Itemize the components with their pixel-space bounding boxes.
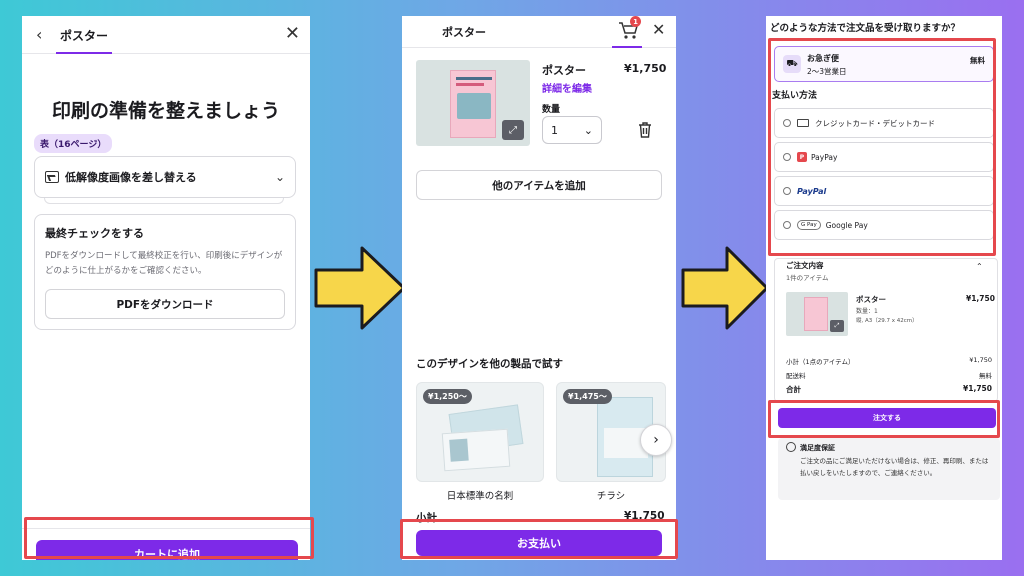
highlight-frame-shipping-payment [768,38,996,256]
order-item-thumbnail: ⤢ [786,292,848,336]
order-item-qty: 数量：1 [856,308,878,315]
product-card-label: 日本標準の名刺 [446,491,514,502]
replace-image-dropdown[interactable]: 低解像度画像を差し替える ⌄ [34,156,296,198]
tab-underline [56,52,112,54]
delivery-question: どのような方法で注文品を受け取りますか？ [770,23,961,34]
chevron-up-icon[interactable]: ⌃ [976,262,983,271]
product-name: ポスター [542,64,586,77]
arrow-right-icon [314,246,406,330]
final-check-title: 最終チェックをする [45,227,144,240]
order-item-name: ポスター [856,295,886,304]
tab-underline [612,46,642,48]
poster-preview [450,70,496,138]
expand-icon[interactable]: ⤢ [830,320,844,332]
replace-image-label: 低解像度画像を差し替える [65,171,197,184]
add-items-button[interactable]: 他のアイテムを追加 [416,170,662,200]
edit-details-link[interactable]: 詳細を編集 [542,80,592,95]
highlight-frame-checkout [400,519,678,559]
product-price: ¥1,750 [624,62,667,75]
total-row: 合計 ¥1,750 [786,384,992,395]
panel-header: ‹ ポスター ✕ [22,16,310,54]
try-other-products-title: このデザインを他の製品で試す [416,358,563,370]
trash-icon[interactable] [638,122,652,138]
price-badge: ¥1,475〜 [563,389,612,404]
order-item-count: 1件のアイテム [786,274,829,282]
page-title: 印刷の準備を整えましょう [51,100,280,122]
quantity-value: 1 [551,123,558,137]
order-item-size: 縦, A3（29.7 x 42cm） [856,318,918,324]
image-icon [45,171,59,183]
order-item-price: ¥1,750 [966,294,995,303]
product-card-business-card[interactable]: ¥1,250〜 [416,382,544,482]
page-pill: 表（16ページ） [34,134,113,153]
final-check-desc: PDFをダウンロードして最終校正を行い、印刷後にデザインがどのように仕上がるかを… [45,251,283,276]
smile-icon [786,442,796,452]
shipping-value: 無料 [979,372,992,380]
panel-header: ポスター 1 ✕ [402,16,676,48]
order-summary-title: ご注文内容 [786,261,824,270]
chevron-down-icon: ⌄ [583,123,593,137]
dropdown-shadow-strip [44,198,284,204]
subtotal-value: ¥1,750 [969,356,992,364]
cart-badge: 1 [630,16,641,27]
shipping-label: 配送料 [786,372,806,380]
satisfaction-desc: ご注文の品にご満足いただけない場合は、修正、再印刷、または払い戻しをいたしますの… [800,457,989,477]
chevron-right-icon[interactable]: › [640,424,672,456]
highlight-frame-order [768,400,1000,438]
close-icon[interactable]: ✕ [652,20,665,39]
total-label: 合計 [786,385,801,394]
tab-poster[interactable]: ポスター [442,24,486,40]
total-value: ¥1,750 [963,384,992,393]
highlight-frame-cart [24,517,314,559]
close-icon[interactable]: ✕ [285,23,300,44]
subtotal-row: 小計（1点のアイテム） ¥1,750 [786,356,992,366]
tab-poster[interactable]: ポスター [60,27,108,44]
subtotal-label: 小計（1点のアイテム） [786,358,855,366]
arrow-right-icon [681,246,769,330]
download-pdf-button[interactable]: PDFをダウンロード [45,289,285,319]
satisfaction-title: 満足度保証 [800,444,835,452]
product-thumbnail: ⤢ [416,60,530,146]
chevron-down-icon: ⌄ [274,170,285,184]
cart-panel: ポスター 1 ✕ ⤢ ポスター ¥1,750 詳細を編集 数量 1 ⌄ 他のアイ… [402,16,676,560]
expand-icon[interactable]: ⤢ [502,120,524,140]
quantity-label: 数量 [542,105,561,115]
shipping-row: 配送料 無料 [786,370,992,380]
print-prep-panel: ‹ ポスター ✕ 印刷の準備を整えましょう 表（16ページ） 低解像度画像を差し… [22,16,310,560]
quantity-select[interactable]: 1 ⌄ [542,116,602,144]
product-card-label: チラシ [596,491,626,502]
final-check-card: 最終チェックをする PDFをダウンロードして最終校正を行い、印刷後にデザインがど… [34,214,296,330]
price-badge: ¥1,250〜 [423,389,472,404]
chevron-left-icon[interactable]: ‹ [36,25,42,44]
